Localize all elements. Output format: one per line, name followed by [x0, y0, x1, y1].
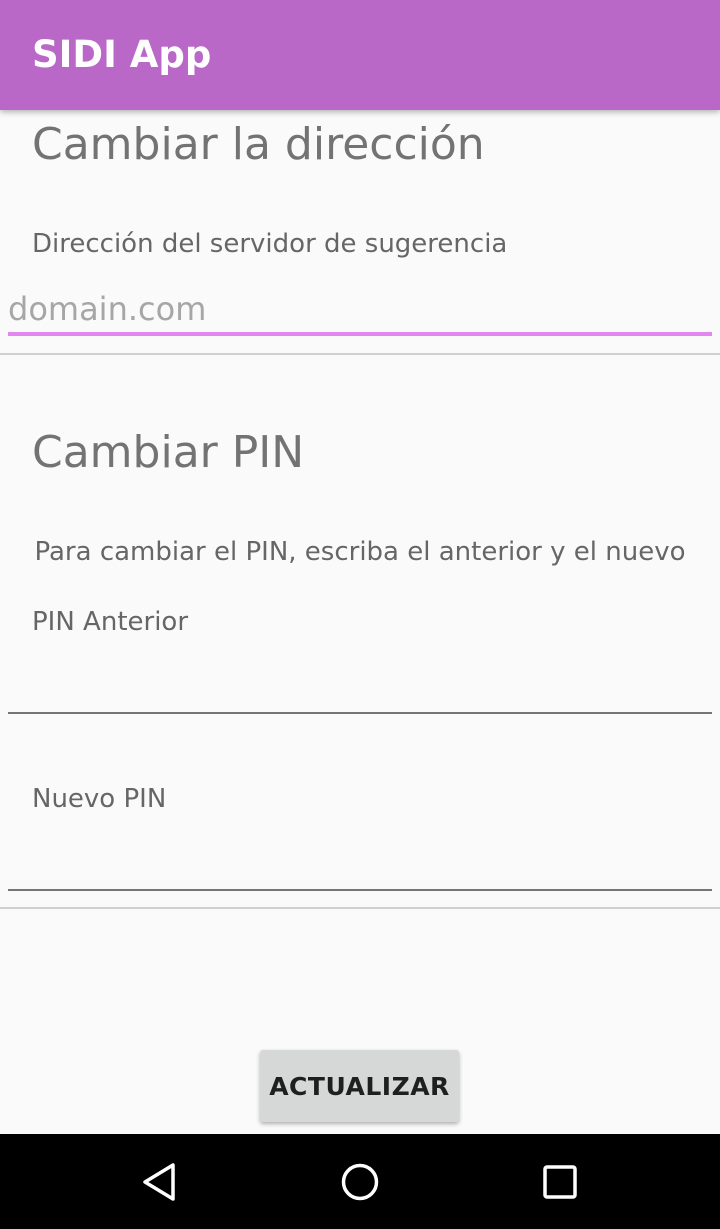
server-address-label: Dirección del servidor de sugerencia	[32, 229, 508, 259]
pin-section-title: Cambiar PIN	[32, 427, 305, 478]
new-pin-input[interactable]	[8, 841, 712, 891]
app-title: SIDI App	[32, 33, 212, 76]
new-pin-label: Nuevo PIN	[32, 784, 167, 814]
navigation-bar	[0, 1134, 720, 1229]
section-divider	[0, 907, 720, 909]
recents-square-icon	[543, 1164, 577, 1199]
old-pin-label: PIN Anterior	[32, 607, 189, 637]
app-bar: SIDI App	[0, 0, 720, 110]
settings-screen: SIDI App Cambiar la dirección Dirección …	[0, 0, 720, 1229]
update-button[interactable]: ACTUALIZAR	[260, 1050, 459, 1122]
recents-button[interactable]	[500, 1134, 620, 1229]
pin-instructions: Para cambiar el PIN, escriba el anterior…	[34, 537, 686, 567]
home-circle-icon	[341, 1163, 379, 1200]
back-button[interactable]	[100, 1134, 220, 1229]
back-triangle-icon	[143, 1162, 175, 1201]
old-pin-input[interactable]	[8, 664, 712, 714]
address-section-title: Cambiar la dirección	[32, 119, 485, 170]
section-divider	[0, 353, 720, 355]
home-button[interactable]	[300, 1134, 420, 1229]
server-address-input[interactable]	[8, 286, 712, 336]
